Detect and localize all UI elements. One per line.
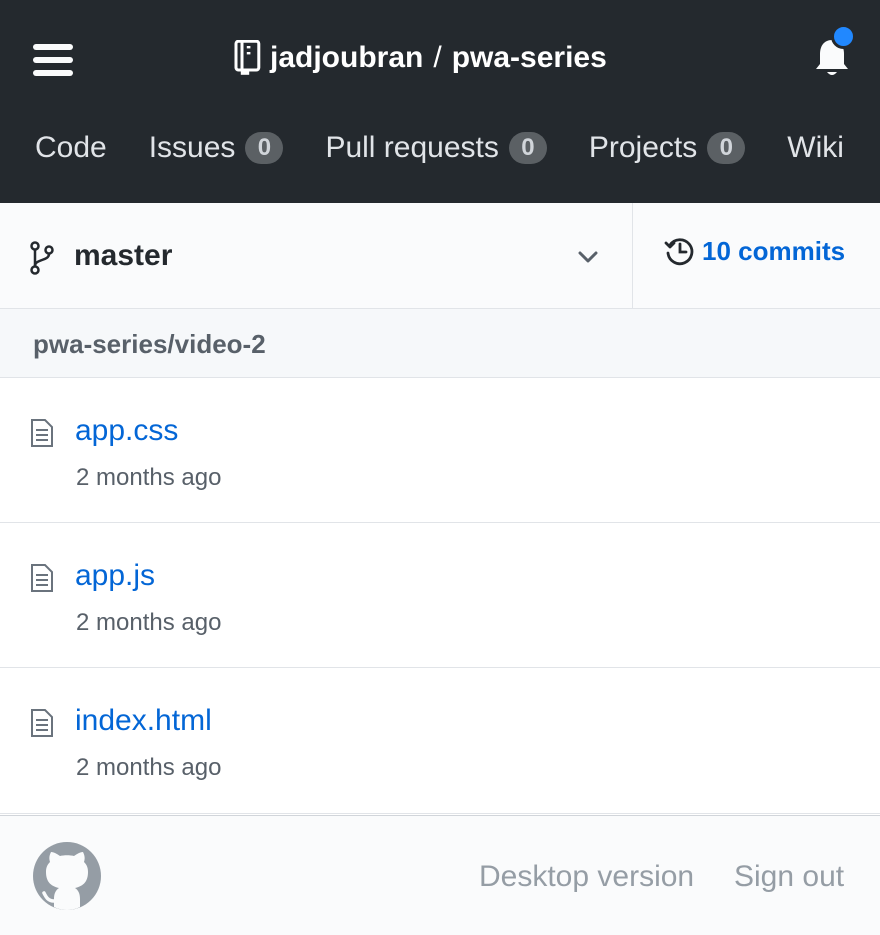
hamburger-menu-icon[interactable] xyxy=(33,42,75,78)
tab-pull-requests-label: Pull requests xyxy=(325,131,499,164)
file-name-link[interactable]: app.css xyxy=(75,414,178,448)
chevron-down-icon xyxy=(578,251,598,263)
tab-issues[interactable]: Issues 0 xyxy=(149,131,284,165)
app-header: jadjoubran / pwa-series Code Issues 0 Pu… xyxy=(0,0,880,203)
repo-book-icon xyxy=(234,40,261,75)
history-icon xyxy=(664,238,694,266)
breadcrumb: pwa-series/video-2 xyxy=(0,309,880,378)
file-age: 2 months ago xyxy=(76,609,222,636)
commits-count-label: 10 commits xyxy=(702,235,846,266)
file-name-link[interactable]: index.html xyxy=(75,704,212,738)
breadcrumb-path: pwa-series/video-2 xyxy=(33,329,266,359)
tab-wiki-label: Wiki xyxy=(787,131,844,164)
file-name-link[interactable]: app.js xyxy=(75,559,155,593)
file-list: app.css 2 months ago app.js 2 months ago… xyxy=(0,378,880,814)
page-footer: Desktop version Sign out xyxy=(0,815,880,935)
repo-separator: / xyxy=(433,41,442,74)
pull-requests-count-badge: 0 xyxy=(508,132,547,164)
repo-nav: Code Issues 0 Pull requests 0 Projects 0… xyxy=(0,118,880,178)
repo-title: jadjoubran / pwa-series xyxy=(233,36,607,80)
file-icon xyxy=(31,564,53,592)
file-icon xyxy=(31,419,53,447)
branch-name: master xyxy=(74,239,173,272)
tab-issues-label: Issues xyxy=(148,131,236,164)
file-age: 2 months ago xyxy=(76,464,222,491)
issues-count-badge: 0 xyxy=(245,132,284,164)
github-octocat-icon[interactable] xyxy=(32,841,102,911)
tab-pull-requests[interactable]: Pull requests 0 xyxy=(325,131,547,165)
list-item[interactable]: app.css 2 months ago xyxy=(0,378,880,523)
file-age: 2 months ago xyxy=(76,754,222,781)
tab-projects[interactable]: Projects 0 xyxy=(588,131,746,165)
tab-code[interactable]: Code xyxy=(35,131,107,165)
list-item[interactable]: index.html 2 months ago xyxy=(0,668,880,814)
tab-code-label: Code xyxy=(35,131,107,164)
file-icon xyxy=(31,709,53,737)
notification-indicator xyxy=(831,24,856,49)
tab-projects-label: Projects xyxy=(588,131,698,164)
projects-count-badge: 0 xyxy=(707,132,746,164)
branch-selector[interactable]: master xyxy=(0,203,633,308)
sign-out-link[interactable]: Sign out xyxy=(734,860,844,894)
branch-bar: master 10 commits xyxy=(0,203,880,309)
list-item[interactable]: app.js 2 months ago xyxy=(0,523,880,668)
repo-owner-link[interactable]: jadjoubran xyxy=(270,41,423,75)
commits-link[interactable]: 10 commits xyxy=(664,235,845,267)
branch-bar-divider xyxy=(632,203,633,308)
tab-wiki[interactable]: Wiki xyxy=(787,131,844,165)
repo-name-link[interactable]: pwa-series xyxy=(452,41,607,75)
git-branch-icon xyxy=(30,241,54,275)
desktop-version-link[interactable]: Desktop version xyxy=(479,860,694,894)
